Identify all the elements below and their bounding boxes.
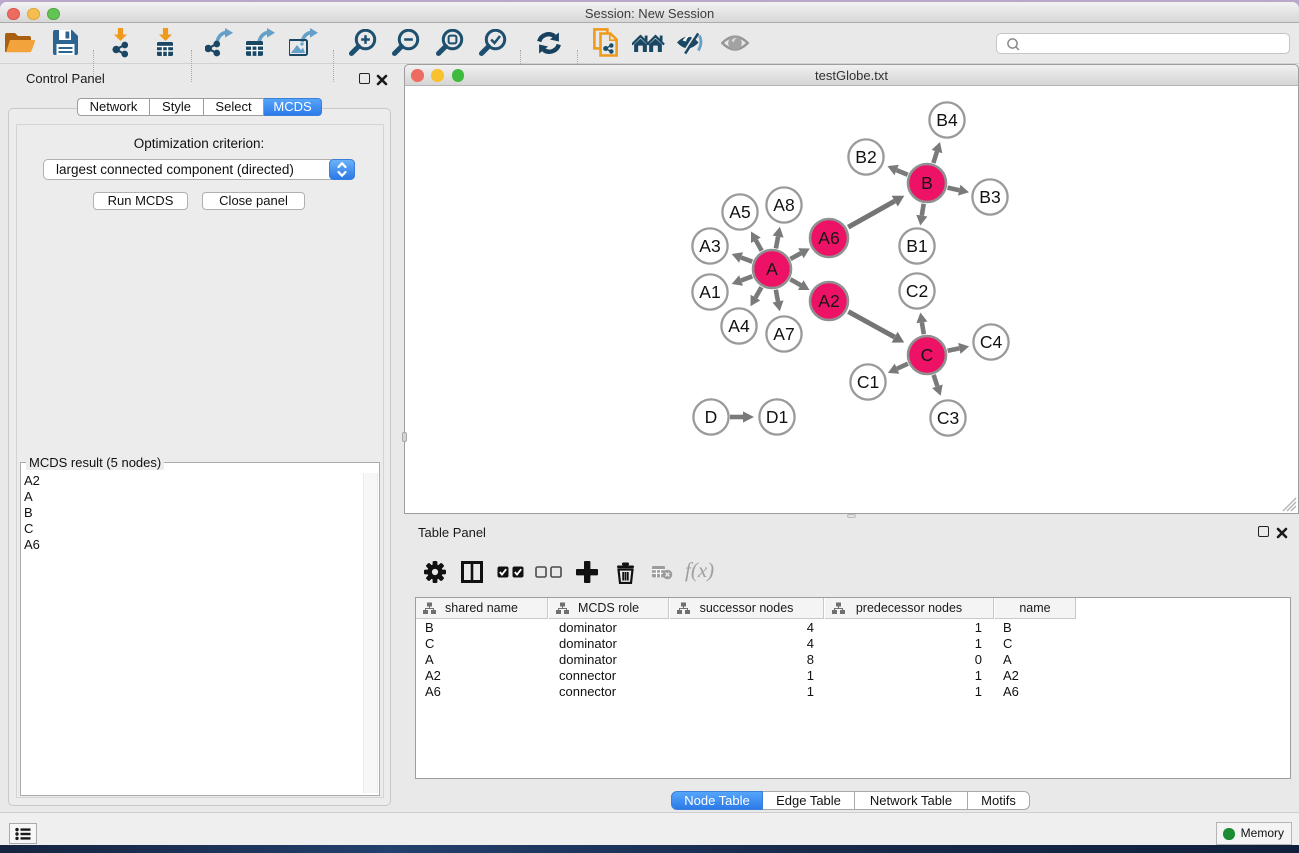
svg-text:A7: A7: [773, 324, 794, 344]
svg-text:B4: B4: [936, 110, 958, 130]
svg-text:B1: B1: [906, 236, 927, 256]
svg-text:A3: A3: [699, 236, 720, 256]
svg-text:A6: A6: [818, 228, 839, 248]
svg-text:B: B: [921, 173, 933, 193]
svg-text:C4: C4: [980, 332, 1003, 352]
svg-text:A4: A4: [728, 316, 750, 336]
svg-text:C1: C1: [857, 372, 879, 392]
svg-text:D1: D1: [766, 407, 788, 427]
svg-text:A5: A5: [729, 202, 750, 222]
svg-text:C: C: [921, 345, 934, 365]
svg-text:A1: A1: [699, 282, 720, 302]
svg-text:C2: C2: [906, 281, 928, 301]
svg-text:D: D: [705, 407, 718, 427]
svg-text:C3: C3: [937, 408, 959, 428]
svg-text:A8: A8: [773, 195, 794, 215]
svg-text:A: A: [766, 259, 778, 279]
svg-text:B2: B2: [855, 147, 876, 167]
svg-text:B3: B3: [979, 187, 1000, 207]
svg-text:A2: A2: [818, 291, 839, 311]
